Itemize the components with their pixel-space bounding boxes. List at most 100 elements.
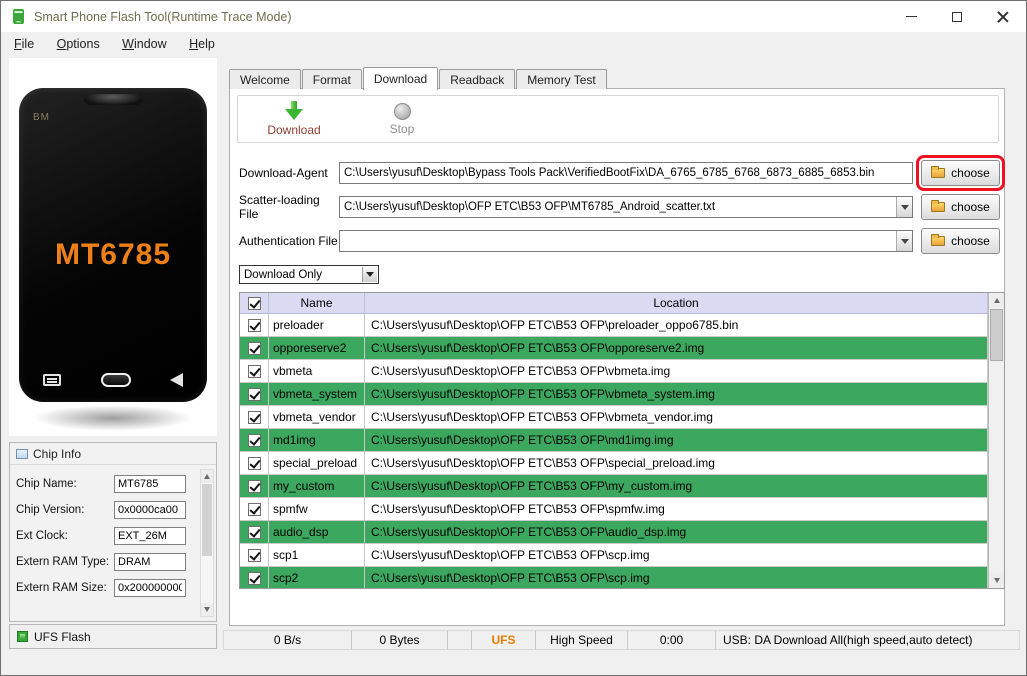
partition-location: C:\Users\yusuf\Desktop\OFP ETC\B53 OFP\s… bbox=[365, 544, 988, 566]
download-mode-dropdown[interactable]: Download Only bbox=[239, 265, 379, 284]
close-button[interactable] bbox=[980, 1, 1026, 32]
table-row[interactable]: special_preload C:\Users\yusuf\Desktop\O… bbox=[240, 452, 988, 475]
table-row[interactable]: md1img C:\Users\yusuf\Desktop\OFP ETC\B5… bbox=[240, 429, 988, 452]
row-checkbox[interactable] bbox=[248, 342, 261, 355]
stop-button[interactable]: Stop bbox=[358, 103, 446, 136]
phone-preview: BM MT6785 bbox=[9, 58, 217, 436]
row-checkbox[interactable] bbox=[248, 572, 261, 585]
partition-name: opporeserve2 bbox=[269, 337, 365, 359]
minimize-button[interactable] bbox=[888, 1, 934, 32]
row-checkbox[interactable] bbox=[248, 319, 261, 332]
scroll-down-icon[interactable] bbox=[201, 603, 213, 616]
chip-info-value[interactable] bbox=[114, 579, 186, 597]
scroll-down-icon[interactable] bbox=[989, 573, 1004, 588]
select-all-checkbox[interactable] bbox=[248, 297, 261, 310]
chip-info-row: Extern RAM Size: bbox=[16, 575, 216, 601]
app-window: Smart Phone Flash Tool(Runtime Trace Mod… bbox=[0, 0, 1027, 676]
table-row[interactable]: my_custom C:\Users\yusuf\Desktop\OFP ETC… bbox=[240, 475, 988, 498]
chip-info-row: Ext Clock: bbox=[16, 523, 216, 549]
menu-item[interactable]: Window bbox=[113, 32, 175, 56]
chip-info-title: Chip Info bbox=[33, 447, 81, 461]
choose-button[interactable]: choose bbox=[921, 194, 1000, 220]
table-row[interactable]: spmfw C:\Users\yusuf\Desktop\OFP ETC\B53… bbox=[240, 498, 988, 521]
table-row[interactable]: opporeserve2 C:\Users\yusuf\Desktop\OFP … bbox=[240, 337, 988, 360]
row-checkbox[interactable] bbox=[248, 365, 261, 378]
chip-info-label: Chip Version: bbox=[16, 504, 114, 516]
scroll-up-icon[interactable] bbox=[989, 293, 1004, 308]
partition-name: scp1 bbox=[269, 544, 365, 566]
title-bar: Smart Phone Flash Tool(Runtime Trace Mod… bbox=[1, 1, 1026, 32]
scrollbar-thumb[interactable] bbox=[990, 309, 1003, 361]
tab[interactable]: Memory Test bbox=[516, 69, 606, 89]
row-checkbox[interactable] bbox=[248, 388, 261, 401]
partition-name: preloader bbox=[269, 314, 365, 336]
download-tab-page: Download Stop Download-Agent bbox=[229, 88, 1005, 626]
row-checkbox[interactable] bbox=[248, 549, 261, 562]
table-row[interactable]: preloader C:\Users\yusuf\Desktop\OFP ETC… bbox=[240, 314, 988, 337]
menu-item[interactable]: File bbox=[5, 32, 43, 56]
maximize-button[interactable] bbox=[934, 1, 980, 32]
stop-circle-icon bbox=[394, 103, 411, 120]
table-scrollbar[interactable] bbox=[988, 293, 1004, 588]
partition-table: Name Location preloader C:\Users\yusuf\D… bbox=[239, 292, 1005, 589]
partition-name: spmfw bbox=[269, 498, 365, 520]
row-checkbox[interactable] bbox=[248, 457, 261, 470]
tab[interactable]: Download bbox=[363, 67, 438, 90]
file-path-input[interactable] bbox=[339, 196, 913, 218]
row-checkbox[interactable] bbox=[248, 503, 261, 516]
choose-button[interactable]: choose bbox=[921, 160, 1000, 186]
phone-chip-label: MT6785 bbox=[19, 238, 207, 272]
file-path-field bbox=[339, 162, 913, 184]
chip-info-panel: Chip Info Chip Name: Chip Version: bbox=[9, 442, 217, 622]
dropdown-arrow-icon[interactable] bbox=[362, 267, 377, 282]
partition-location: C:\Users\yusuf\Desktop\OFP ETC\B53 OFP\p… bbox=[365, 314, 988, 336]
chip-info-row: Extern RAM Type: bbox=[16, 549, 216, 575]
choose-button-label: choose bbox=[951, 234, 990, 248]
window-controls bbox=[888, 1, 1026, 32]
app-icon bbox=[10, 8, 27, 25]
row-checkbox[interactable] bbox=[248, 411, 261, 424]
tab[interactable]: Readback bbox=[439, 69, 515, 89]
table-row[interactable]: scp1 C:\Users\yusuf\Desktop\OFP ETC\B53 … bbox=[240, 544, 988, 567]
chip-info-header: Chip Info bbox=[10, 443, 216, 465]
chip-info-scrollbar[interactable] bbox=[200, 469, 214, 617]
row-checkbox[interactable] bbox=[248, 434, 261, 447]
menu-item[interactable]: Help bbox=[180, 32, 224, 56]
chip-info-value[interactable] bbox=[114, 553, 186, 571]
table-row[interactable]: vbmeta C:\Users\yusuf\Desktop\OFP ETC\B5… bbox=[240, 360, 988, 383]
row-checkbox[interactable] bbox=[248, 526, 261, 539]
table-row[interactable]: vbmeta_vendor C:\Users\yusuf\Desktop\OFP… bbox=[240, 406, 988, 429]
partition-name: md1img bbox=[269, 429, 365, 451]
partition-location: C:\Users\yusuf\Desktop\OFP ETC\B53 OFP\m… bbox=[365, 475, 988, 497]
file-path-input[interactable] bbox=[339, 230, 913, 252]
column-header-name[interactable]: Name bbox=[269, 293, 365, 313]
chip-info-label: Ext Clock: bbox=[16, 530, 114, 542]
row-checkbox[interactable] bbox=[248, 480, 261, 493]
table-row[interactable]: scp2 C:\Users\yusuf\Desktop\OFP ETC\B53 … bbox=[240, 567, 988, 589]
status-time: 0:00 bbox=[628, 631, 716, 649]
chip-info-value[interactable] bbox=[114, 527, 186, 545]
dropdown-arrow-icon[interactable] bbox=[896, 197, 912, 217]
choose-button[interactable]: choose bbox=[921, 228, 1000, 254]
table-row[interactable]: audio_dsp C:\Users\yusuf\Desktop\OFP ETC… bbox=[240, 521, 988, 544]
flash-type-label: UFS Flash bbox=[34, 630, 91, 644]
file-path-input[interactable] bbox=[339, 162, 913, 184]
chip-info-label: Extern RAM Type: bbox=[16, 556, 114, 568]
download-button[interactable]: Download bbox=[250, 101, 338, 137]
chip-info-value[interactable] bbox=[114, 475, 186, 493]
scroll-up-icon[interactable] bbox=[201, 470, 213, 483]
tab[interactable]: Format bbox=[302, 69, 362, 89]
chip-info-value[interactable] bbox=[114, 501, 186, 519]
chip-info-label: Extern RAM Size: bbox=[16, 582, 114, 594]
menu-item[interactable]: Options bbox=[48, 32, 109, 56]
table-row[interactable]: vbmeta_system C:\Users\yusuf\Desktop\OFP… bbox=[240, 383, 988, 406]
partition-name: scp2 bbox=[269, 567, 365, 589]
scrollbar-thumb[interactable] bbox=[202, 484, 212, 556]
table-header-row: Name Location bbox=[240, 293, 988, 314]
main-area: BM MT6785 Chip Info Chip Name: bbox=[1, 56, 1026, 676]
tab[interactable]: Welcome bbox=[229, 69, 301, 89]
file-path-field bbox=[339, 196, 913, 218]
column-header-location[interactable]: Location bbox=[365, 293, 988, 313]
dropdown-arrow-icon[interactable] bbox=[896, 231, 912, 251]
maximize-icon bbox=[952, 12, 962, 22]
